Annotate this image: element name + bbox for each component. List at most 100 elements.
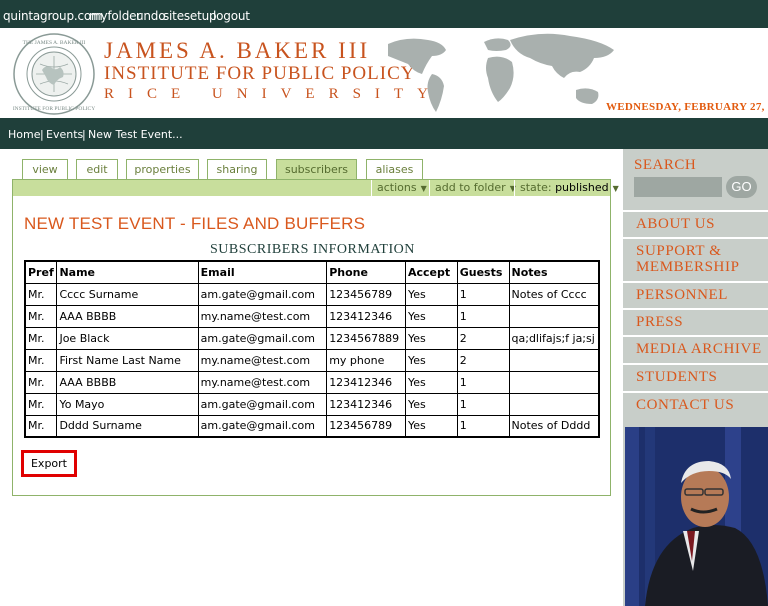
actions-menu[interactable]: actions ▼ [371,180,429,196]
cell-name: AAA BBBB [56,304,199,328]
cell-accept: Yes [404,326,458,350]
table-row: Mr. AAA BBBB my.name@test.com 123412346 … [24,370,600,394]
table-row: Mr. Joe Black am.gate@gmail.com 12345678… [24,326,600,350]
personal-bar: quintagroup.com myfolder undo sitesetup … [0,0,768,28]
tab-aliases[interactable]: aliases [366,159,423,179]
cell-guests: 1 [456,370,510,394]
section-heading: SUBSCRIBERS INFORMATION [210,242,415,257]
tab-view[interactable]: view [22,159,68,179]
actions-menu-label: actions [377,181,417,194]
sidebar-item-personnel[interactable]: PERSONNEL [623,281,768,308]
sidebar-item-media-archive[interactable]: MEDIA ARCHIVE [623,335,768,362]
cell-guests: 1 [456,282,510,306]
cell-guests: 1 [456,304,510,328]
cell-notes: Notes of Dddd [508,414,600,438]
cell-guests: 2 [456,348,510,372]
sidebar-item-contact-us[interactable]: CONTACT US [623,391,768,418]
cell-name: First Name Last Name [56,348,199,372]
myfolder-link[interactable]: myfolder [89,9,141,23]
state-value: published [555,181,609,194]
svg-text:INSTITUTE FOR PUBLIC POLICY: INSTITUTE FOR PUBLIC POLICY [13,106,95,112]
breadcrumb: Home | Events | New Test Event... [0,118,768,149]
cell-email: my.name@test.com [197,370,328,394]
cell-accept: Yes [404,414,458,438]
chevron-down-icon: ▼ [612,184,619,193]
cell-accept: Yes [404,392,458,416]
add-to-folder-menu[interactable]: add to folder ▼ [429,180,516,196]
cell-phone: 123412346 [326,370,406,394]
cell-email: my.name@test.com [197,304,328,328]
sidebar-item-label: STUDENTS [636,369,718,385]
cell-notes [508,392,600,416]
cell-pref: Mr. [24,392,58,416]
cell-accept: Yes [404,304,458,328]
breadcrumb-home-link[interactable]: Home [8,128,40,141]
breadcrumb-separator: | [40,128,44,141]
cell-accept: Yes [404,370,458,394]
cell-notes [508,370,600,394]
sidebar-item-about-us[interactable]: ABOUT US [623,210,768,237]
search-go-button[interactable]: GO [726,176,757,198]
cell-notes: qa;dlifajs;f ja;sj [508,326,600,350]
world-map-graphic [388,33,614,112]
column-header: Notes [508,260,600,284]
subscribers-table: Pref Name Email Phone Accept Guests Note… [24,260,600,438]
tab-sharing[interactable]: sharing [207,159,267,179]
cell-name: Joe Black [56,326,199,350]
tab-edit[interactable]: edit [76,159,118,179]
cell-name: Dddd Surname [56,414,199,438]
column-header: Accept [404,260,458,284]
cell-pref: Mr. [24,370,58,394]
cell-phone: my phone [326,348,406,372]
cell-guests: 1 [456,392,510,416]
cell-name: Cccc Surname [56,282,199,306]
institute-name-line1: JAMES A. BAKER III [104,38,371,63]
breadcrumb-separator: | [82,128,86,141]
state-menu[interactable]: state: published ▼ [514,180,619,196]
tab-subscribers[interactable]: subscribers [276,159,357,179]
sidebar-item-press[interactable]: PRESS [623,308,768,335]
undo-link[interactable]: undo [136,9,166,23]
column-header: Phone [326,260,406,284]
export-button[interactable]: Export [21,450,77,477]
cell-pref: Mr. [24,304,58,328]
tab-properties[interactable]: properties [126,159,199,179]
table-row: Mr. AAA BBBB my.name@test.com 123412346 … [24,304,600,328]
cell-email: am.gate@gmail.com [197,392,328,416]
sidebar-item-label: PERSONNEL [636,287,729,303]
sidebar-item-students[interactable]: STUDENTS [623,363,768,390]
sidebar-item-label: ABOUT US [636,216,716,232]
column-header: Name [56,260,199,284]
cell-email: am.gate@gmail.com [197,282,328,306]
cell-pref: Mr. [24,348,58,372]
cell-guests: 2 [456,326,510,350]
search-input[interactable] [634,177,722,197]
column-header: Guests [456,260,510,284]
quintagroup-link[interactable]: quintagroup.com [3,9,103,23]
sidebar-item-support-membership[interactable]: SUPPORT & MEMBERSHIP [623,237,768,281]
cell-email: am.gate@gmail.com [197,326,328,350]
content-actions-bar: actions ▼ add to folder ▼ state: published… [12,179,619,197]
current-date: WEDNESDAY, FEBRUARY 27, 20 [606,101,768,113]
cell-phone: 123456789 [326,414,406,438]
cell-notes [508,304,600,328]
breadcrumb-current: New Test Event... [88,128,183,141]
cell-phone: 123456789 [326,282,406,306]
cell-notes [508,348,600,372]
cell-pref: Mr. [24,326,58,350]
institute-seal-logo[interactable]: THE JAMES A. BAKER III INSTITUTE FOR PUB… [12,32,96,116]
table-row: Mr. Yo Mayo am.gate@gmail.com 123412346 … [24,392,600,416]
speaker-photo [625,427,768,606]
cell-guests: 1 [456,414,510,438]
search-label: SEARCH [634,157,697,173]
cell-phone: 123412346 [326,392,406,416]
breadcrumb-events-link[interactable]: Events [46,128,83,141]
logout-link[interactable]: logout [213,9,250,23]
add-to-folder-label: add to folder [435,181,506,194]
cell-pref: Mr. [24,282,58,306]
cell-accept: Yes [404,282,458,306]
sitesetup-link[interactable]: sitesetup [163,9,217,23]
table-row: Mr. Cccc Surname am.gate@gmail.com 12345… [24,282,600,306]
cell-name: Yo Mayo [56,392,199,416]
cell-phone: 1234567889 [326,326,406,350]
